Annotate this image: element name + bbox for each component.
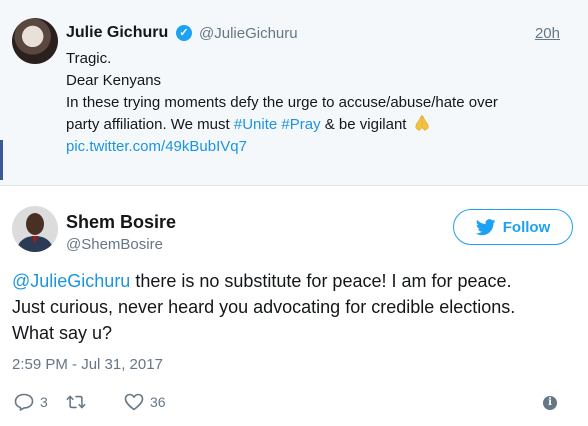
tweet-text-line: @JulieGichuru there is no substitute for…: [12, 268, 572, 294]
avatar[interactable]: [12, 18, 58, 64]
tweet-timestamp[interactable]: 20h: [535, 25, 560, 42]
retweet-button[interactable]: [66, 393, 92, 411]
reply-icon: [14, 393, 34, 411]
text-segment: & be vigilant: [320, 116, 407, 133]
like-button[interactable]: 36: [124, 393, 166, 411]
twitter-bird-icon: [475, 218, 496, 235]
tweet-text: Tragic. Dear Kenyans In these trying mom…: [66, 48, 566, 158]
verified-badge-icon: ✓: [176, 25, 192, 41]
text-segment: there is no substitute for peace! I am f…: [130, 271, 512, 291]
author-name[interactable]: Julie Gichuru: [66, 24, 168, 42]
author-name[interactable]: Shem Bosire: [66, 212, 176, 233]
tweet-text-line: party affiliation. We must #Unite #Pray …: [66, 114, 566, 136]
hashtag-unite[interactable]: #Unite: [234, 116, 277, 133]
avatar[interactable]: [12, 206, 58, 252]
thread-line: [0, 140, 3, 180]
mention-link[interactable]: @JulieGichuru: [12, 271, 130, 291]
media-link[interactable]: pic.twitter.com/49kBubIVq7: [66, 136, 566, 158]
text-segment: party affiliation. We must: [66, 116, 234, 133]
tweet-text-line: Tragic.: [66, 50, 112, 67]
author-handle[interactable]: @JulieGichuru: [199, 25, 298, 42]
tweet-text: @JulieGichuru there is no substitute for…: [12, 268, 572, 346]
tweet-date[interactable]: 2:59 PM - Jul 31, 2017: [12, 356, 163, 373]
follow-button[interactable]: Follow: [453, 209, 573, 245]
hashtag-pray[interactable]: #Pray: [281, 116, 320, 133]
follow-button-label: Follow: [502, 218, 551, 236]
like-count: 36: [150, 394, 166, 410]
reply-count: 3: [40, 394, 48, 410]
tweet-text-line: What say u?: [12, 323, 113, 343]
reply-button[interactable]: 3: [14, 393, 48, 411]
tweet-text-line: Dear Kenyans: [66, 72, 162, 89]
tweet-text-line: In these trying moments defy the urge to…: [66, 94, 498, 111]
tweet-actions: 3 36: [14, 393, 574, 413]
heart-icon: [124, 393, 144, 411]
info-icon[interactable]: i: [543, 396, 557, 410]
tweet-text-line: Just curious, never heard you advocating…: [12, 297, 516, 317]
retweet-icon: [66, 395, 86, 409]
pray-icon: [415, 115, 429, 131]
avatar-image: [12, 206, 58, 252]
author-handle[interactable]: @ShemBosire: [66, 236, 163, 253]
parent-tweet[interactable]: Julie Gichuru ✓ @JulieGichuru 20h Tragic…: [0, 0, 588, 186]
